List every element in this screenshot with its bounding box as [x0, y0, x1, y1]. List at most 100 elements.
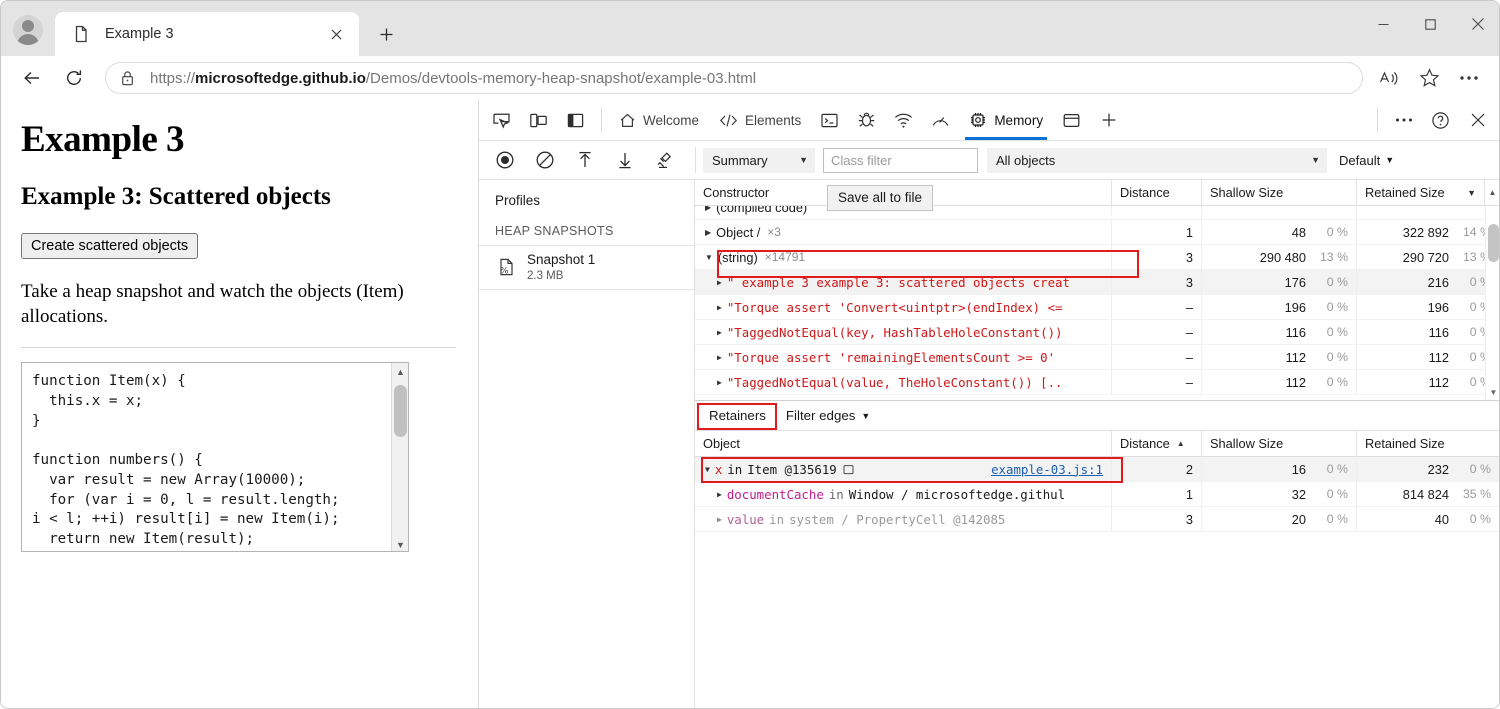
snapshot-list-item[interactable]: % Snapshot 1 2.3 MB	[479, 246, 694, 291]
address-bar[interactable]: https://microsoftedge.github.io/Demos/de…	[105, 62, 1363, 94]
scroll-thumb[interactable]	[394, 385, 407, 438]
table-row[interactable]: ▶ "Torque assert 'remainingElementsCount…	[695, 344, 1499, 370]
expand-triangle-icon[interactable]: ▶	[705, 228, 711, 237]
code-textarea[interactable]: function Item(x) { this.x = x; } functio…	[21, 362, 409, 553]
maximize-icon[interactable]	[1407, 1, 1454, 47]
row-shallow: 48 0 %	[1202, 219, 1357, 245]
table-row[interactable]: ▶ documentCache in Window / microsoftedg…	[695, 481, 1499, 507]
browser-tab[interactable]: Example 3	[55, 12, 359, 56]
back-icon[interactable]	[13, 59, 51, 97]
tab-welcome[interactable]: Welcome	[609, 100, 709, 140]
collapse-triangle-icon[interactable]: ▼	[705, 465, 710, 474]
table-row[interactable]: ▼ (string) ×14791 3 290 480 13 % 290 720…	[695, 244, 1499, 270]
performance-icon[interactable]	[922, 103, 959, 137]
read-aloud-icon[interactable]	[1369, 60, 1409, 96]
devtools-more-icon[interactable]	[1385, 103, 1422, 137]
save-all-to-file-button[interactable]: Save all to file	[827, 185, 934, 211]
objects-select[interactable]: All objects ▼	[987, 147, 1327, 173]
tab-welcome-label: Welcome	[643, 112, 700, 128]
application-storage-icon[interactable]	[1053, 103, 1090, 137]
table-row[interactable]: ▼ x in Item @135619 example-03.js:1 2 16…	[695, 457, 1499, 482]
column-retained-size[interactable]: Retained Size	[1357, 431, 1499, 457]
table-row[interactable]: ▶ " example 3 example 3: scattered objec…	[695, 269, 1499, 295]
expand-triangle-icon[interactable]: ▶	[717, 328, 722, 337]
expand-triangle-icon[interactable]: ▶	[717, 278, 722, 287]
table-row[interactable]: ▶ Object / ×3 1 48 0 % 322 892 14 %	[695, 219, 1499, 245]
dock-side-icon[interactable]	[557, 103, 594, 137]
browser-settings-icon[interactable]	[1449, 60, 1489, 96]
row-constructor-name: ▼ (string) ×14791	[695, 244, 1112, 270]
column-shallow-size[interactable]: Shallow Size	[1202, 430, 1357, 457]
add-panel-icon[interactable]	[1090, 103, 1127, 137]
source-link[interactable]: example-03.js:1	[991, 462, 1103, 477]
load-profile-icon[interactable]	[565, 144, 605, 176]
row-distance: –	[1112, 294, 1202, 320]
minimize-icon[interactable]	[1360, 1, 1407, 47]
favorite-star-icon[interactable]	[1409, 60, 1449, 96]
scroll-up-icon[interactable]: ▲	[1485, 188, 1499, 197]
scroll-down-icon[interactable]: ▼	[1486, 385, 1499, 400]
column-distance[interactable]: Distance	[1112, 180, 1202, 206]
table-row[interactable]: ▶ value in system / PropertyCell @142085…	[695, 506, 1499, 532]
debugger-bug-icon[interactable]	[848, 103, 885, 137]
row-constructor-name: ▶ "Torque assert 'remainingElementsCount…	[695, 344, 1112, 370]
tab-elements-label: Elements	[745, 112, 802, 128]
scroll-up-icon[interactable]: ▲	[392, 363, 408, 380]
save-profile-icon[interactable]	[605, 144, 645, 176]
device-emulation-icon[interactable]	[520, 103, 557, 137]
row-retained: 40 0 %	[1357, 507, 1499, 532]
class-filter-placeholder: Class filter	[831, 152, 892, 168]
expand-triangle-icon[interactable]: ▶	[717, 490, 722, 499]
clear-icon[interactable]	[525, 144, 565, 176]
create-scattered-objects-button[interactable]: Create scattered objects	[21, 233, 199, 259]
scroll-down-icon[interactable]: ▼	[392, 536, 408, 551]
network-icon[interactable]	[885, 103, 922, 137]
profile-button[interactable]	[1, 4, 55, 56]
class-filter-input[interactable]: Class filter	[823, 147, 978, 173]
column-retained-size[interactable]: Retained Size ▼	[1357, 180, 1485, 206]
browser-toolbar: https://microsoftedge.github.io/Demos/de…	[1, 56, 1499, 100]
table-row[interactable]: ▶ "Torque assert 'Convert<uintptr>(endIn…	[695, 294, 1499, 320]
column-shallow-size[interactable]: Shallow Size	[1202, 180, 1357, 206]
collapse-triangle-icon[interactable]: ▼	[705, 253, 713, 262]
view-select[interactable]: Summary ▼	[703, 147, 815, 173]
row-distance: 2	[1112, 457, 1202, 482]
sort-ascending-icon: ▲	[1176, 439, 1185, 448]
tab-memory[interactable]: Memory	[959, 100, 1053, 140]
column-object[interactable]: Object	[695, 430, 1112, 457]
tab-elements[interactable]: Elements	[709, 100, 811, 140]
help-icon[interactable]	[1422, 103, 1459, 137]
constructor-vertical-scrollbar[interactable]: ▼	[1485, 206, 1499, 400]
inspect-element-icon[interactable]	[483, 103, 520, 137]
expand-triangle-icon[interactable]: ▶	[705, 206, 711, 212]
reload-icon[interactable]	[55, 59, 93, 97]
console-icon[interactable]	[811, 103, 848, 137]
close-window-icon[interactable]	[1454, 1, 1499, 47]
code-scrollbar[interactable]: ▲ ▼	[391, 363, 408, 552]
expand-triangle-icon[interactable]: ▶	[717, 515, 722, 524]
table-row[interactable]: ▶ (compiled code)	[695, 206, 1499, 220]
row-retained: 112 0 %	[1357, 345, 1499, 370]
default-select[interactable]: Default ▼	[1335, 148, 1398, 173]
row-distance: –	[1112, 319, 1202, 345]
scroll-thumb[interactable]	[1488, 224, 1499, 262]
row-shallow: 196 0 %	[1202, 294, 1357, 320]
tabstrip-divider-right	[1377, 108, 1378, 132]
expand-triangle-icon[interactable]: ▶	[717, 353, 722, 362]
filter-edges-dropdown[interactable]: Filter edges ▼	[776, 408, 876, 423]
close-icon[interactable]	[323, 21, 349, 47]
table-row[interactable]: ▶ "TaggedNotEqual(value, TheHoleConstant…	[695, 369, 1499, 395]
object-badge-icon[interactable]	[843, 464, 854, 475]
devtools-close-icon[interactable]	[1459, 103, 1496, 137]
row-distance: –	[1112, 344, 1202, 370]
record-icon[interactable]	[485, 144, 525, 176]
expand-triangle-icon[interactable]: ▶	[717, 303, 722, 312]
collect-garbage-icon[interactable]	[645, 144, 685, 176]
column-distance[interactable]: Distance ▲	[1112, 430, 1202, 457]
memory-panes: Constructor Distance Shallow Size Retain…	[695, 180, 1499, 708]
row-retained: 116 0 %	[1357, 320, 1499, 345]
row-shallow-pct: 0 %	[1326, 300, 1348, 314]
new-tab-button[interactable]	[369, 17, 403, 51]
expand-triangle-icon[interactable]: ▶	[717, 378, 722, 387]
table-row[interactable]: ▶ "TaggedNotEqual(key, HashTableHoleCons…	[695, 319, 1499, 345]
